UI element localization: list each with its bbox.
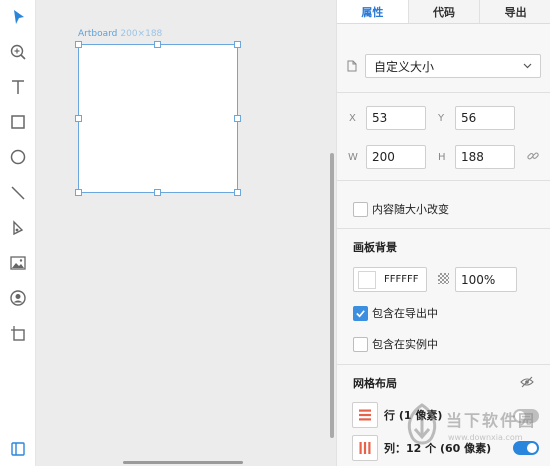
resize-content-checkbox[interactable] <box>353 201 368 217</box>
include-instance-checkbox-row[interactable]: 包含在实例中 <box>353 336 438 352</box>
select-tool[interactable] <box>7 6 29 28</box>
columns-icon <box>359 442 371 454</box>
avatar-circle-icon <box>10 290 26 306</box>
artboard-name: Artboard <box>78 29 118 39</box>
artboard-icon <box>11 326 25 341</box>
inspector-tabs: 属性 代码 导出 <box>337 0 550 24</box>
resize-handle-bottom[interactable] <box>154 189 161 196</box>
divider <box>337 228 550 229</box>
divider <box>337 364 550 365</box>
y-label: Y <box>438 113 445 124</box>
zoom-tool[interactable] <box>7 41 29 63</box>
artboard-background-title: 画板背景 <box>353 241 397 254</box>
pen-icon <box>13 220 24 236</box>
height-input[interactable]: 188 <box>455 145 515 169</box>
resize-handle-bottom-left[interactable] <box>75 189 82 196</box>
include-export-label: 包含在导出中 <box>372 307 438 320</box>
grid-columns-label: 列：12 个 (60 像素) <box>384 442 492 455</box>
grid-rows-toggle[interactable] <box>513 409 539 423</box>
tool-bar <box>0 0 36 466</box>
resize-handle-left[interactable] <box>75 115 82 122</box>
resize-content-checkbox-row[interactable]: 内容随大小改变 <box>353 201 449 217</box>
layers-panel-button[interactable] <box>7 438 29 460</box>
size-preset-row: 自定义大小 <box>347 54 541 78</box>
w-label: W <box>348 152 358 163</box>
color-swatch[interactable] <box>358 270 376 289</box>
zoom-in-icon <box>10 44 26 60</box>
vertical-scrollbar[interactable] <box>330 153 334 438</box>
rectangle-icon <box>11 115 25 129</box>
ellipse-icon <box>10 149 26 165</box>
opacity-checker-icon <box>438 273 449 284</box>
chevron-down-icon <box>523 63 532 69</box>
background-color-input[interactable]: FFFFFF <box>353 267 427 292</box>
link-icon[interactable] <box>526 149 540 163</box>
include-instance-checkbox[interactable] <box>353 336 368 352</box>
grid-rows-label: 行 (1 像素) <box>384 409 443 422</box>
grid-columns-toggle[interactable] <box>513 441 539 455</box>
grid-columns-row[interactable]: 列：12 个 (60 像素) <box>352 434 491 462</box>
resize-handle-top-right[interactable] <box>234 41 241 48</box>
size-preset-dropdown[interactable]: 自定义大小 <box>365 54 541 78</box>
background-opacity-input[interactable]: 100% <box>455 267 517 292</box>
tab-properties[interactable]: 属性 <box>337 0 409 23</box>
text-tool[interactable] <box>7 76 29 98</box>
size-preset-value: 自定义大小 <box>374 59 435 74</box>
x-position-input[interactable]: 53 <box>366 106 426 130</box>
width-input[interactable]: 200 <box>366 145 426 169</box>
resize-handle-top-left[interactable] <box>75 41 82 48</box>
rectangle-tool[interactable] <box>7 111 29 133</box>
resize-handle-right[interactable] <box>234 115 241 122</box>
tab-export[interactable]: 导出 <box>480 0 550 23</box>
panel-icon <box>11 442 25 456</box>
tab-code[interactable]: 代码 <box>408 0 481 23</box>
checkmark-icon <box>356 309 365 317</box>
text-icon <box>12 80 24 94</box>
y-position-input[interactable]: 56 <box>455 106 515 130</box>
divider <box>337 92 550 93</box>
symbol-tool[interactable] <box>7 287 29 309</box>
eye-hidden-icon[interactable] <box>520 376 534 388</box>
line-icon <box>11 186 25 200</box>
arrow-pointer-icon <box>14 10 24 24</box>
divider <box>337 180 550 181</box>
artboard-label[interactable]: Artboard 200×188 <box>78 29 162 39</box>
include-export-checkbox[interactable] <box>353 305 368 321</box>
grid-columns-icon-button[interactable] <box>352 435 378 461</box>
background-color-value: FFFFFF <box>384 274 419 285</box>
include-export-checkbox-row[interactable]: 包含在导出中 <box>353 305 438 321</box>
artboard-tool[interactable] <box>7 322 29 344</box>
property-inspector: 属性 代码 导出 自定义大小 X 53 Y 56 W 200 H 188 内容随… <box>336 0 550 466</box>
artboard-dimensions: 200×188 <box>120 29 163 39</box>
image-tool[interactable] <box>7 252 29 274</box>
resize-handle-bottom-right[interactable] <box>234 189 241 196</box>
grid-layout-title: 网格布局 <box>353 377 397 390</box>
document-icon <box>347 60 357 72</box>
grid-rows-row[interactable]: 行 (1 像素) <box>352 401 442 429</box>
pen-tool[interactable] <box>7 217 29 239</box>
ellipse-tool[interactable] <box>7 146 29 168</box>
grid-rows-icon-button[interactable] <box>352 402 378 428</box>
h-label: H <box>438 152 446 163</box>
artboard[interactable] <box>78 44 238 193</box>
x-label: X <box>349 113 356 124</box>
include-instance-label: 包含在实例中 <box>372 338 438 351</box>
rows-icon <box>359 409 371 421</box>
resize-content-label: 内容随大小改变 <box>372 203 449 216</box>
design-canvas[interactable]: Artboard 200×188 <box>36 0 336 466</box>
horizontal-scrollbar[interactable] <box>123 461 243 464</box>
resize-handle-top[interactable] <box>154 41 161 48</box>
image-icon <box>10 256 26 270</box>
line-tool[interactable] <box>7 182 29 204</box>
